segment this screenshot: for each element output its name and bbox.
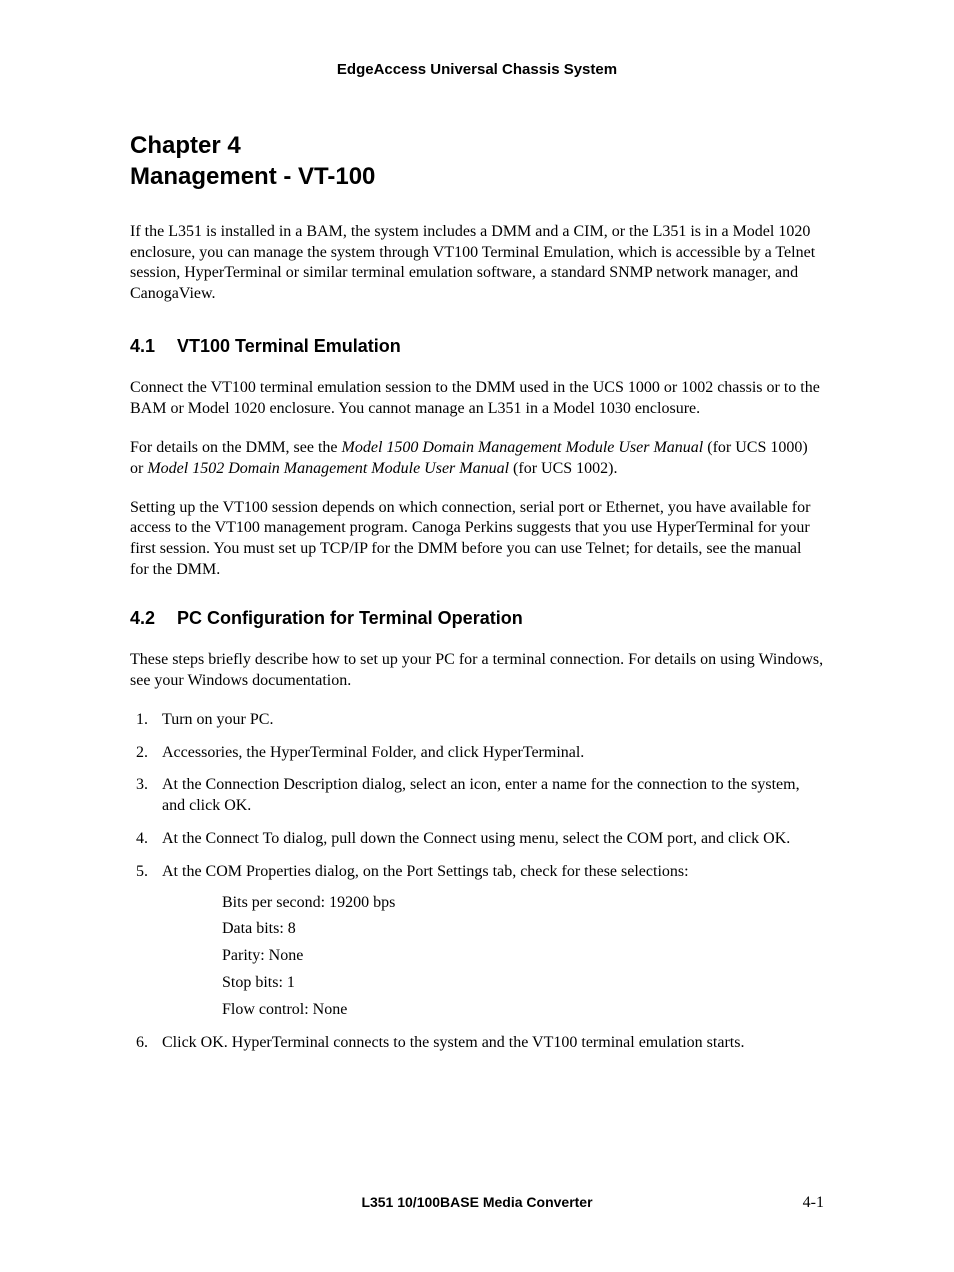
section-number: 4.2 xyxy=(130,607,172,630)
list-item: At the Connection Description dialog, se… xyxy=(152,775,824,817)
list-item: At the Connect To dialog, pull down the … xyxy=(152,829,824,850)
port-settings-block: Bits per second: 19200 bps Data bits: 8 … xyxy=(222,893,824,1021)
list-item: Click OK. HyperTerminal connects to the … xyxy=(152,1033,824,1054)
section-4-2-heading: 4.2 PC Configuration for Terminal Operat… xyxy=(130,607,824,630)
section-title: VT100 Terminal Emulation xyxy=(177,336,401,356)
setting-flow-control: Flow control: None xyxy=(222,1000,824,1021)
section-4-1-p2: For details on the DMM, see the Model 15… xyxy=(130,438,824,480)
list-item: At the COM Properties dialog, on the Por… xyxy=(152,862,824,1021)
list-item: Accessories, the HyperTerminal Folder, a… xyxy=(152,743,824,764)
chapter-title: Chapter 4 Management - VT-100 xyxy=(130,130,824,192)
section-4-1-p1: Connect the VT100 terminal emulation ses… xyxy=(130,378,824,420)
section-4-1-heading: 4.1 VT100 Terminal Emulation xyxy=(130,335,824,358)
section-4-1-p3: Setting up the VT100 session depends on … xyxy=(130,498,824,581)
chapter-name: Management - VT-100 xyxy=(130,161,824,192)
setting-parity: Parity: None xyxy=(222,946,824,967)
page-header: EdgeAccess Universal Chassis System xyxy=(130,60,824,80)
page-footer: L351 10/100BASE Media Converter 4-1 xyxy=(130,1193,824,1211)
steps-list: Turn on your PC. Accessories, the HyperT… xyxy=(130,710,824,1054)
setting-bits-per-second: Bits per second: 19200 bps xyxy=(222,893,824,914)
chapter-number: Chapter 4 xyxy=(130,130,824,161)
setting-data-bits: Data bits: 8 xyxy=(222,919,824,940)
footer-title: L351 10/100BASE Media Converter xyxy=(361,1194,592,1210)
manual-reference-1: Model 1500 Domain Management Module User… xyxy=(342,439,704,456)
page-number: 4-1 xyxy=(803,1193,824,1214)
intro-paragraph: If the L351 is installed in a BAM, the s… xyxy=(130,222,824,305)
section-number: 4.1 xyxy=(130,335,172,358)
manual-reference-2: Model 1502 Domain Management Module User… xyxy=(147,460,509,477)
list-item: Turn on your PC. xyxy=(152,710,824,731)
section-title: PC Configuration for Terminal Operation xyxy=(177,608,523,628)
setting-stop-bits: Stop bits: 1 xyxy=(222,973,824,994)
section-4-2-p1: These steps briefly describe how to set … xyxy=(130,650,824,692)
